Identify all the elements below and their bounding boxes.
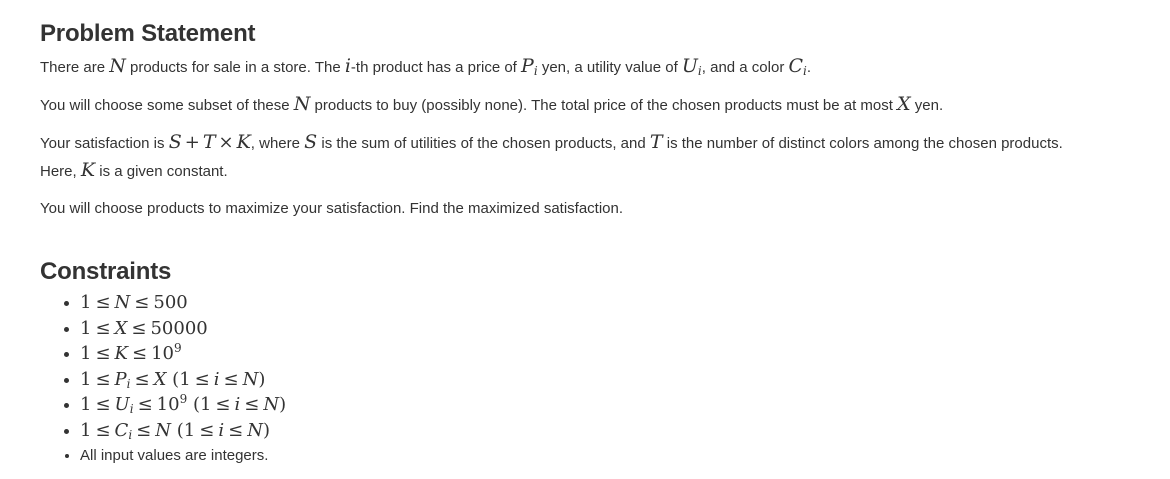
statement-paragraph-1: There are N products for sale in a store… xyxy=(40,55,812,78)
statement-paragraph-3: Your satisfaction is S + T × K, where S is t… xyxy=(40,131,1063,181)
constraint-item-n: 1≤N≤500 xyxy=(80,290,1150,316)
problem-page: Problem Statement There are N products f… xyxy=(40,18,1150,469)
problem-statement-heading: Problem Statement xyxy=(40,20,256,47)
constraint-item-u: 1≤Ui≤109 (1≤i≤N) xyxy=(80,392,1150,418)
statement-paragraph-4: You will choose products to maximize you… xyxy=(40,200,624,217)
constraint-item-c: 1≤Ci≤N (1≤i≤N) xyxy=(80,418,1150,444)
constraints-heading: Constraints xyxy=(40,258,172,285)
statement-paragraph-2: You will choose some subset of these N p… xyxy=(40,93,944,115)
constraint-item-x: 1≤X≤50000 xyxy=(80,316,1150,342)
constraint-item-integers: All input values are integers. xyxy=(80,443,1150,469)
constraint-item-p: 1≤Pi≤X (1≤i≤N) xyxy=(80,367,1150,393)
constraints-list: 1≤N≤500 1≤X≤50000 1≤K≤109 1≤Pi≤X (1≤i≤N)… xyxy=(40,290,1150,469)
constraint-item-k: 1≤K≤109 xyxy=(80,341,1150,367)
